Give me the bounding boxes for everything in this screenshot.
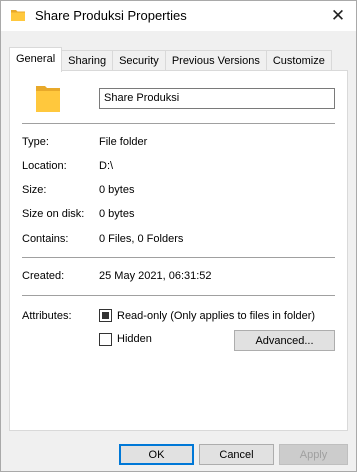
close-button[interactable]: ✕: [320, 1, 356, 31]
readonly-label: Read-only (Only applies to files in fold…: [117, 310, 316, 322]
property-label: Size:: [22, 184, 47, 196]
property-label: Created:: [22, 270, 65, 282]
apply-button[interactable]: Apply: [279, 444, 348, 465]
separator: [22, 123, 335, 124]
hidden-label: Hidden: [117, 333, 152, 345]
properties-dialog: Share Produksi Properties ✕ General Shar…: [0, 0, 357, 472]
property-label: Contains:: [22, 233, 69, 245]
tab-sharing[interactable]: Sharing: [61, 50, 114, 71]
tab-general[interactable]: General: [9, 47, 63, 72]
property-value: 0 bytes: [99, 208, 135, 220]
window-title: Share Produksi Properties: [35, 8, 187, 23]
separator: [22, 257, 335, 258]
property-value: D:\: [99, 160, 114, 172]
property-value: File folder: [99, 136, 148, 148]
tab-customize[interactable]: Customize: [265, 50, 332, 71]
attributes-label: Attributes:: [22, 310, 72, 322]
general-panel: Share Produksi Type: File folder Locatio…: [9, 70, 348, 431]
property-value: 0 Files, 0 Folders: [99, 233, 184, 245]
readonly-checkbox[interactable]: [99, 309, 112, 322]
property-value: 25 May 2021, 06:31:52: [99, 270, 212, 282]
close-icon: ✕: [330, 6, 346, 25]
folder-icon: [36, 86, 60, 112]
property-label: Size on disk:: [22, 208, 85, 220]
tab-security[interactable]: Security: [112, 50, 166, 71]
advanced-button[interactable]: Advanced...: [234, 330, 335, 351]
folder-icon: [11, 10, 25, 21]
separator: [22, 295, 335, 296]
ok-button[interactable]: OK: [119, 444, 194, 465]
property-label: Type:: [22, 136, 49, 148]
tab-strip: General Sharing Security Previous Versio…: [9, 46, 332, 72]
property-label: Location:: [22, 160, 67, 172]
property-value: 0 bytes: [99, 184, 135, 196]
cancel-button[interactable]: Cancel: [199, 444, 274, 465]
tab-previous-versions[interactable]: Previous Versions: [164, 50, 267, 71]
folder-name-field[interactable]: Share Produksi: [99, 88, 335, 109]
title-bar[interactable]: Share Produksi Properties ✕: [1, 1, 356, 31]
hidden-checkbox[interactable]: [99, 333, 112, 346]
